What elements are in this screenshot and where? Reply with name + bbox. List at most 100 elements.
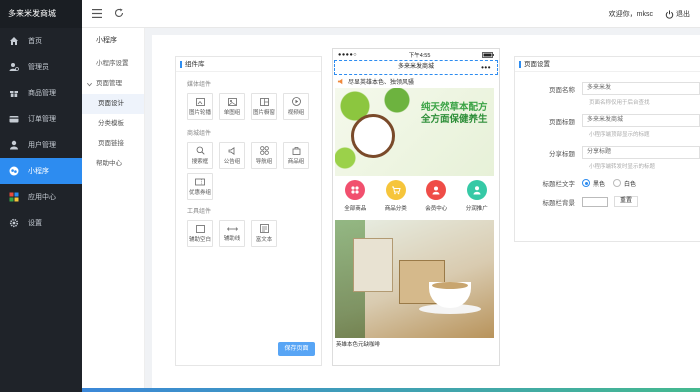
color-picker[interactable] <box>582 196 608 207</box>
card-icon <box>9 116 19 123</box>
main-content: 组件库 媒体组件 图片轮播 单图组 图片橱窗 视频组 商城组件 搜索框 公告组 … <box>145 28 700 392</box>
speaker-icon <box>337 78 343 85</box>
product-box <box>353 238 393 292</box>
refresh-icon[interactable] <box>114 8 124 18</box>
component-label: 导航组 <box>255 159 273 165</box>
component-label: 视频组 <box>287 110 305 116</box>
component-notice[interactable]: 公告组 <box>219 142 245 169</box>
subnav-item-page-links[interactable]: 页面链接 <box>82 134 144 154</box>
sidebar-item-label: 管理员 <box>28 64 49 71</box>
banner-text: 纯天然草本配方 全方面保健养生 <box>421 102 488 126</box>
component-image-window[interactable]: 图片橱窗 <box>251 93 277 120</box>
nav-grid-icon <box>259 146 269 155</box>
radio-black[interactable]: 黑色 <box>582 179 605 188</box>
component-label: 公告组 <box>223 158 241 165</box>
phone-time: 下午4:55 <box>408 52 431 59</box>
component-goods[interactable]: 商品组 <box>283 142 309 169</box>
component-coupon[interactable]: 优惠券组 <box>187 173 213 200</box>
phone-preview: ●●●●○ 下午4:55 多来米发商城 ••• 尽显英雄本色、独领风骚 纯天然草… <box>332 48 500 366</box>
sidebar-item-home[interactable]: 首页 <box>0 28 82 54</box>
radio-checked <box>582 179 590 187</box>
image-icon <box>227 97 237 106</box>
more-icon[interactable]: ••• <box>481 61 491 74</box>
component-label: 图片轮播 <box>188 109 211 116</box>
radio-label: 黑色 <box>593 181 606 188</box>
field-page-title: 页面标题 多来米发商城 <box>515 114 700 127</box>
subnav-group-pages[interactable]: 页面管理 <box>82 74 144 94</box>
nav-label: 全部商品 <box>344 206 367 212</box>
subnav-item-page-design[interactable]: 页面设计 <box>82 94 144 114</box>
user-gear-icon <box>9 63 19 71</box>
reset-button[interactable]: 重置 <box>614 196 639 207</box>
sidebar-item-goods[interactable]: 商品管理 <box>0 80 82 106</box>
sidebar-item-admin[interactable]: 管理员 <box>0 54 82 80</box>
component-video[interactable]: 视频组 <box>283 93 309 120</box>
component-spacer[interactable]: 辅助空白 <box>187 220 213 247</box>
component-single-image[interactable]: 单图组 <box>219 93 245 120</box>
subnav-item-help[interactable]: 帮助中心 <box>82 154 144 174</box>
gear-icon <box>9 218 19 228</box>
save-page-button[interactable]: 保存页面 <box>278 342 315 356</box>
component-label: 辅助线 <box>223 235 241 242</box>
sidebar-item-miniprogram[interactable]: 小程序 <box>0 158 82 184</box>
menu-toggle-icon[interactable] <box>92 9 102 18</box>
promotion-icon <box>466 180 487 200</box>
nav-all-goods[interactable]: 全部商品 <box>344 180 366 216</box>
component-search[interactable]: 搜索框 <box>187 142 213 169</box>
radio-unchecked <box>613 179 622 187</box>
component-panel-title: 组件库 <box>176 57 321 72</box>
component-label: 优惠券组 <box>188 189 211 196</box>
nav-label: 商品分类 <box>384 206 407 212</box>
sidebar-item-settings[interactable]: 设置 <box>0 210 82 236</box>
page-name-input[interactable]: 多来米发 <box>582 82 700 95</box>
chevron-down-icon <box>87 82 92 86</box>
nav-promotion[interactable]: 分润推广 <box>466 180 488 216</box>
sidebar-item-users[interactable]: 用户管理 <box>0 132 82 158</box>
component-label: 富文本 <box>255 237 273 243</box>
radio-white[interactable]: 白色 <box>613 179 636 188</box>
grid-image-icon <box>259 97 269 106</box>
field-label: 标题栏文字 <box>542 181 576 188</box>
subnav-title: 小程序 <box>96 37 117 44</box>
component-label: 辅助空白 <box>188 236 211 243</box>
sub-nav: 小程序 小程序设置 页面管理 页面设计 分类模板 页面链接 帮助中心 <box>82 28 145 392</box>
brand-title: 多来米发商城 <box>0 0 82 28</box>
page-settings-panel: 页面设置 页面名称 多来米发 页面名称仅用于后台查找 页面标题 多来米发商城 小… <box>514 56 700 242</box>
sidebar-item-apps[interactable]: 应用中心 <box>0 184 82 210</box>
field-hint: 页面名称仅用于后台查找 <box>589 100 650 106</box>
sidebar-item-label: 商品管理 <box>28 90 56 97</box>
component-label: 商品组 <box>287 159 305 165</box>
share-title-input[interactable]: 分享标题 <box>582 146 700 159</box>
phone-status-bar: ●●●●○ 下午4:55 <box>333 49 499 60</box>
logout-link[interactable]: 退出 <box>676 9 690 19</box>
coupon-icon <box>195 178 205 185</box>
component-richtext[interactable]: 富文本 <box>251 220 277 247</box>
bottom-accent-bar <box>82 388 700 392</box>
field-label: 标题栏背景 <box>542 199 576 207</box>
component-divider[interactable]: 辅助线 <box>219 220 245 247</box>
subnav-item-settings[interactable]: 小程序设置 <box>82 54 144 74</box>
component-carousel[interactable]: 图片轮播 <box>187 93 213 120</box>
power-icon[interactable] <box>665 9 674 19</box>
nav-member[interactable]: 会员中心 <box>425 180 447 216</box>
notice-bar[interactable]: 尽显英雄本色、独领风骚 <box>333 75 499 88</box>
product-image[interactable] <box>335 220 494 338</box>
sidebar-item-label: 应用中心 <box>28 194 56 201</box>
component-navigation[interactable]: 导航组 <box>251 142 277 169</box>
phone-title-bar[interactable]: 多来米发商城 ••• <box>334 60 498 75</box>
field-hint: 小程序端转发时显示的标题 <box>589 164 656 170</box>
nav-category[interactable]: 商品分类 <box>385 180 407 216</box>
field-page-name: 页面名称 多来米发 <box>515 82 700 95</box>
field-title-text-color: 标题栏文字 黑色 白色 <box>515 178 700 188</box>
sidebar-item-orders[interactable]: 订单管理 <box>0 106 82 132</box>
media-components: 图片轮播 单图组 图片橱窗 视频组 <box>176 93 321 120</box>
field-title-bg: 标题栏背景 重置 <box>515 196 700 207</box>
banner-image[interactable]: 纯天然草本配方 全方面保健养生 <box>335 88 494 176</box>
page-title-input[interactable]: 多来米发商城 <box>582 114 700 127</box>
mall-components: 搜索框 公告组 导航组 商品组 优惠券组 <box>176 142 321 200</box>
component-label: 搜索框 <box>191 159 209 165</box>
apps-icon <box>9 192 19 202</box>
field-share-title: 分享标题 分享标题 <box>515 146 700 159</box>
subnav-item-category-template[interactable]: 分类模板 <box>82 114 144 134</box>
sidebar-item-label: 首页 <box>28 38 42 45</box>
